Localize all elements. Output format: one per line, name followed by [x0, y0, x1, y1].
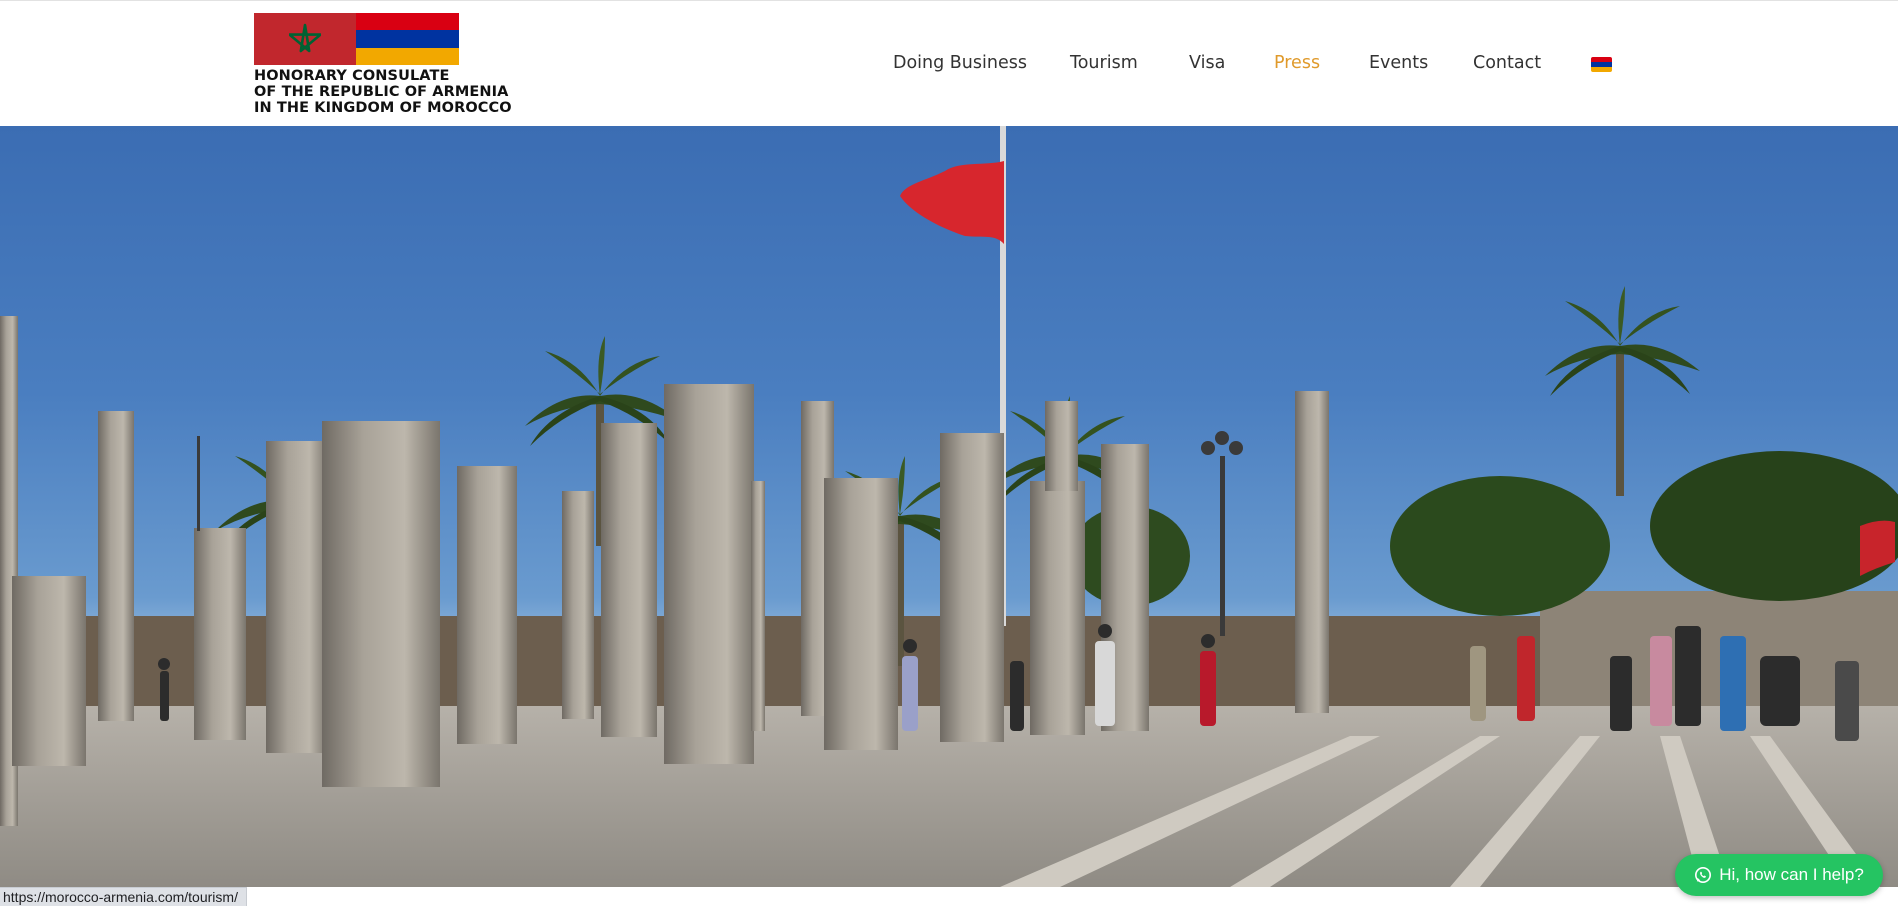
status-bar-url: https://morocco-armenia.com/tourism/: [0, 887, 247, 906]
chat-help-label: Hi, how can I help?: [1719, 865, 1864, 884]
hassan-tower-esplanade-image: [0, 126, 1898, 887]
nav-visa[interactable]: Visa: [1189, 53, 1225, 73]
site-header: HONORARY CONSULATE OF THE REPUBLIC OF AR…: [0, 0, 1898, 126]
nav-contact[interactable]: Contact: [1473, 53, 1541, 73]
logo-text: HONORARY CONSULATE OF THE REPUBLIC OF AR…: [254, 68, 512, 116]
nav-press[interactable]: Press: [1274, 53, 1320, 73]
hero-banner: [0, 126, 1898, 887]
logo-line-3: IN THE KINGDOM OF MOROCCO: [254, 100, 512, 116]
nav-doing-business[interactable]: Doing Business: [893, 53, 1027, 73]
morocco-flag-icon: [254, 13, 356, 65]
consulate-logo[interactable]: HONORARY CONSULATE OF THE REPUBLIC OF AR…: [254, 13, 512, 116]
logo-line-2: OF THE REPUBLIC OF ARMENIA: [254, 84, 509, 100]
chat-help-button[interactable]: Hi, how can I help?: [1675, 854, 1883, 896]
language-switcher-armenia-flag-icon[interactable]: [1591, 57, 1612, 72]
nav-events[interactable]: Events: [1369, 53, 1428, 73]
whatsapp-icon: [1695, 866, 1712, 884]
logo-line-1: HONORARY CONSULATE: [254, 68, 450, 84]
nav-tourism[interactable]: Tourism: [1070, 53, 1138, 73]
armenia-flag-icon: [356, 13, 459, 65]
logo-flags: [254, 13, 459, 65]
